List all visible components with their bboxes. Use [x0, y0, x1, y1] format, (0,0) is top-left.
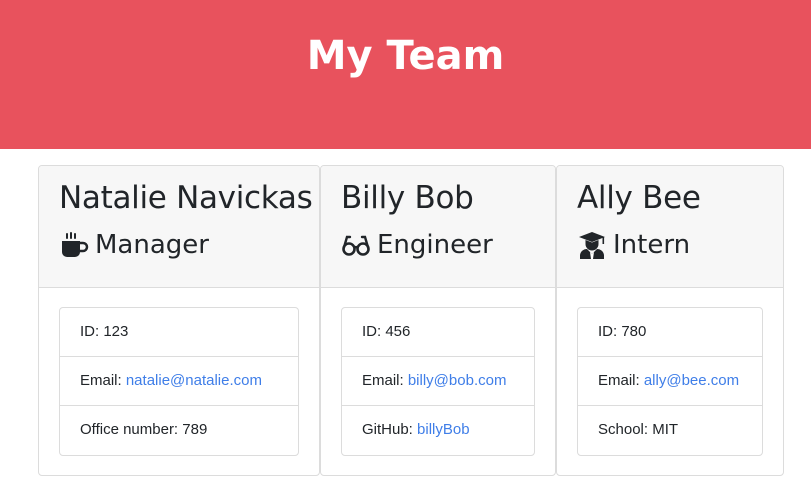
- employee-name: Ally Bee: [577, 180, 701, 216]
- employee-card-engineer: Billy Bob Engineer ID: 456 Email: billy@…: [320, 165, 556, 476]
- office-number: Office number: 789: [80, 421, 208, 438]
- employee-details: ID: 780 Email: ally@bee.com School: MIT: [577, 307, 763, 456]
- card-header: Ally Bee Intern: [557, 166, 783, 288]
- employee-card-manager: Natalie Navickas Manager ID: 123 Email: …: [38, 165, 320, 476]
- page-title: My Team: [306, 33, 505, 79]
- github-link[interactable]: billyBob: [417, 421, 470, 438]
- coffee-icon: [59, 230, 89, 260]
- email-link[interactable]: ally@bee.com: [644, 372, 739, 389]
- employee-id: ID: 123: [60, 308, 298, 357]
- employee-id: ID: 456: [342, 308, 534, 357]
- role-label: Intern: [613, 230, 691, 260]
- employee-details: ID: 123 Email: natalie@natalie.com Offic…: [59, 307, 299, 456]
- email-link[interactable]: natalie@natalie.com: [126, 372, 262, 389]
- email-link[interactable]: billy@bob.com: [408, 372, 507, 389]
- card-header: Natalie Navickas Manager: [39, 166, 319, 288]
- school: School: MIT: [598, 421, 679, 438]
- graduate-icon: [577, 230, 607, 260]
- role-label: Manager: [95, 230, 209, 260]
- employee-email: Email: ally@bee.com: [578, 357, 762, 406]
- email-label: Email:: [80, 372, 126, 389]
- employee-name: Billy Bob: [341, 180, 474, 216]
- employee-id: ID: 780: [578, 308, 762, 357]
- page-header: My Team: [0, 0, 811, 149]
- employee-role: Intern: [577, 230, 690, 260]
- employee-email: Email: natalie@natalie.com: [60, 357, 298, 406]
- employee-email: Email: billy@bob.com: [342, 357, 534, 406]
- email-label: Email:: [598, 372, 644, 389]
- employee-name: Natalie Navickas: [59, 180, 313, 216]
- employee-details: ID: 456 Email: billy@bob.com GitHub: bil…: [341, 307, 535, 456]
- card-header: Billy Bob Engineer: [321, 166, 555, 288]
- employee-role: Manager: [59, 230, 209, 260]
- github-label: GitHub:: [362, 421, 418, 438]
- employee-role: Engineer: [341, 230, 493, 260]
- employee-card-intern: Ally Bee Intern ID: 780 Email: ally@bee.…: [556, 165, 784, 476]
- role-label: Engineer: [377, 230, 493, 260]
- github: GitHub: billyBob: [342, 406, 534, 455]
- glasses-icon: [341, 230, 371, 260]
- email-label: Email:: [362, 372, 408, 389]
